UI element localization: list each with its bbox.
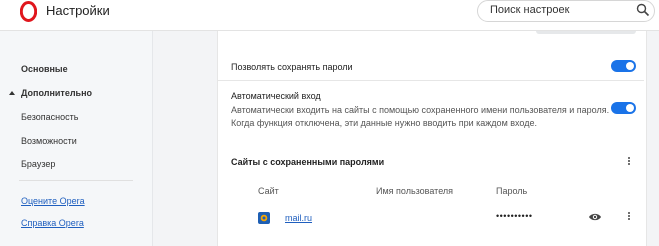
toggle-knob	[626, 104, 634, 112]
auto-login-description-1: Автоматически входить на сайты с помощью…	[231, 105, 610, 115]
column-username: Имя пользователя	[376, 186, 454, 196]
mail-ru-favicon-icon	[258, 212, 270, 224]
more-options-icon[interactable]	[626, 156, 632, 168]
column-password: Пароль	[496, 186, 528, 196]
sidebar-item-features[interactable]: Возможности	[21, 136, 77, 146]
saved-site-link[interactable]: mail.ru	[285, 213, 312, 223]
toggle-knob	[626, 62, 634, 70]
auto-login-label: Автоматический вход	[231, 91, 321, 101]
sidebar-item-basic[interactable]: Основные	[21, 64, 68, 74]
sidebar-item-browser[interactable]: Браузер	[21, 159, 55, 169]
page-title: Настройки	[46, 3, 110, 18]
sidebar-item-advanced[interactable]: Дополнительно	[21, 88, 92, 98]
top-bar: Настройки Поиск настроек	[0, 0, 659, 31]
auto-login-toggle[interactable]	[611, 102, 636, 114]
card-edge	[536, 31, 636, 34]
opera-help-link[interactable]: Справка Opera	[21, 218, 84, 228]
allow-save-passwords-label: Позволять сохранять пароли	[231, 62, 353, 72]
saved-passwords-title: Сайты с сохраненными паролями	[231, 157, 385, 167]
show-password-eye-icon[interactable]	[588, 212, 602, 222]
search-icon[interactable]	[636, 3, 650, 17]
auto-login-description-2: Когда функция отключена, эти данные нужн…	[231, 118, 537, 128]
opera-logo-icon	[20, 1, 37, 22]
column-site: Сайт	[258, 186, 279, 196]
rate-opera-link[interactable]: Оцените Opera	[21, 196, 85, 206]
sidebar-divider	[19, 180, 133, 181]
search-input[interactable]: Поиск настроек	[477, 0, 655, 22]
divider	[218, 80, 644, 81]
row-more-options-icon[interactable]	[626, 211, 632, 223]
sidebar-item-security[interactable]: Безопасность	[21, 112, 78, 122]
saved-password-value: ••••••••••	[496, 211, 533, 221]
search-placeholder: Поиск настроек	[490, 4, 570, 16]
chevron-up-icon[interactable]	[9, 91, 15, 95]
allow-save-passwords-toggle[interactable]	[611, 60, 636, 72]
